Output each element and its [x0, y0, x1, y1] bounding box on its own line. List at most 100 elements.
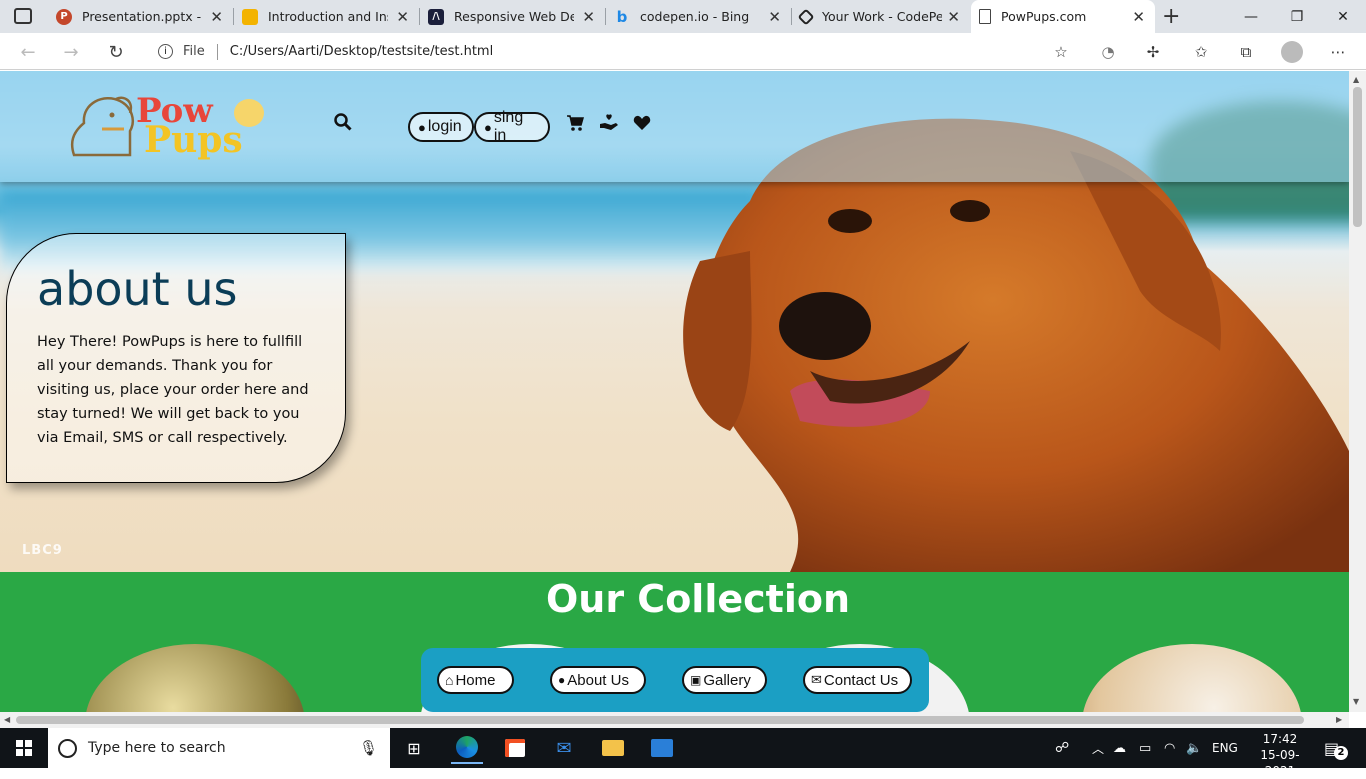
horizontal-scroll-thumb[interactable]	[16, 716, 1304, 724]
file-explorer-icon[interactable]	[597, 732, 629, 764]
show-hidden-icons[interactable]: ︿	[1092, 728, 1104, 768]
bottom-nav: ⌂ Home ● About Us ▣ Gallery ✉ Contact Us	[421, 648, 929, 712]
page-icon	[979, 9, 991, 24]
close-tab-icon[interactable]: ✕	[947, 8, 960, 26]
vertical-scrollbar[interactable]: ▲ ▼	[1349, 71, 1366, 712]
login-button[interactable]: ● login	[408, 112, 474, 142]
user-icon: ●	[558, 673, 566, 687]
address-bar[interactable]: i File C:/Users/Aarti/Desktop/testsite/t…	[146, 37, 1084, 66]
heart-icon[interactable]	[633, 115, 651, 135]
notification-badge: 2	[1334, 746, 1348, 760]
edge-icon[interactable]	[451, 732, 483, 764]
close-tab-icon[interactable]: ✕	[768, 8, 781, 26]
info-icon[interactable]: i	[158, 44, 173, 59]
nav-contact-button[interactable]: ✉ Contact Us	[803, 666, 912, 694]
tab-responsive[interactable]: /\ Responsive Web Desig ✕	[420, 0, 605, 33]
site-header: Pow Pups ● login ● sing in	[0, 71, 1349, 182]
codepen-icon	[797, 8, 815, 25]
language-indicator[interactable]: ENG	[1212, 728, 1238, 768]
clock[interactable]: 17:42 15-09-2021	[1250, 731, 1310, 779]
search-placeholder: Type here to search	[88, 740, 226, 756]
restore-icon[interactable]: ❐	[1274, 0, 1320, 33]
scroll-up-arrow[interactable]: ▲	[1353, 75, 1359, 84]
taskbar: Type here to search 🎙 ⊞ ✉ ☍ ︿ ☁ ▭ ◠ 🔈 EN…	[0, 728, 1366, 778]
volume-icon[interactable]: 🔈	[1186, 728, 1202, 768]
gallery-icon: ▣	[690, 673, 702, 687]
close-tab-icon[interactable]: ✕	[210, 8, 223, 26]
logo-puppy-icon	[234, 99, 264, 127]
collections-icon[interactable]: ⧉	[1235, 41, 1257, 63]
tab-actions-icon[interactable]	[14, 8, 32, 24]
envelope-icon: ✉	[811, 672, 822, 687]
close-tab-icon[interactable]: ✕	[1132, 8, 1145, 26]
tab-presentation[interactable]: P Presentation.pptx - Mi ✕	[48, 0, 233, 33]
cart-icon[interactable]	[566, 114, 584, 136]
minimize-icon[interactable]: —	[1228, 0, 1274, 33]
about-card: about us Hey There! PowPups is here to f…	[6, 233, 346, 483]
profile-avatar[interactable]	[1281, 41, 1303, 63]
search-circle-icon	[58, 738, 77, 758]
signin-button[interactable]: ● sing in	[474, 109, 550, 144]
hero-section: LBC9 Pow Pups ● login ● sing in about us…	[0, 71, 1349, 572]
new-tab-icon[interactable]: +	[1162, 4, 1180, 29]
clock-date: 15-09-2021	[1260, 748, 1300, 778]
add-favorite-icon[interactable]: ☆	[1050, 41, 1072, 63]
vertical-scroll-thumb[interactable]	[1353, 87, 1362, 227]
tab-bing[interactable]: b codepen.io - Bing ✕	[606, 0, 791, 33]
logo[interactable]: Pow Pups	[64, 91, 269, 161]
home-icon: ⌂	[445, 672, 454, 688]
search-icon[interactable]	[334, 113, 354, 133]
battery-icon[interactable]: ▭	[1139, 728, 1151, 768]
bing-icon: b	[616, 7, 628, 26]
donate-hand-icon[interactable]	[599, 114, 619, 136]
refresh-icon[interactable]: ↻	[103, 39, 129, 65]
user-icon: ●	[418, 119, 426, 135]
scroll-down-arrow[interactable]: ▼	[1353, 697, 1359, 706]
collection-title: Our Collection	[545, 577, 851, 621]
scheme-label: File	[183, 44, 205, 59]
scroll-right-arrow[interactable]: ▶	[1336, 715, 1342, 724]
extensions-icon[interactable]: ✢	[1142, 41, 1164, 63]
about-text: Hey There! PowPups is here to fullfill a…	[37, 334, 309, 446]
nav-home-button[interactable]: ⌂ Home	[437, 666, 514, 694]
favorites-icon[interactable]: ✩	[1190, 41, 1212, 63]
close-tab-icon[interactable]: ✕	[396, 8, 409, 26]
close-tab-icon[interactable]: ✕	[582, 8, 595, 26]
tab-powpups[interactable]: PowPups.com ✕	[971, 0, 1155, 33]
extension-icon[interactable]: ◔	[1097, 41, 1119, 63]
user-icon: ●	[484, 119, 492, 135]
nav-about-button[interactable]: ● About Us	[550, 666, 646, 694]
wifi-icon[interactable]: ◠	[1164, 728, 1175, 768]
back-icon[interactable]: ←	[15, 39, 41, 65]
clock-time: 17:42	[1262, 732, 1298, 746]
taskbar-search-box[interactable]: Type here to search 🎙	[48, 728, 390, 768]
powerpoint-icon: P	[56, 8, 72, 25]
url-text[interactable]: C:/Users/Aarti/Desktop/testsite/test.htm…	[230, 44, 493, 59]
tab-codepen[interactable]: Your Work - CodePen ✕	[792, 0, 970, 33]
forward-icon[interactable]: →	[58, 39, 84, 65]
tab-strip: P Presentation.pptx - Mi ✕ Introduction …	[0, 0, 1366, 33]
collection-image[interactable]	[85, 644, 305, 712]
task-view-icon[interactable]: ⊞	[398, 732, 430, 764]
codepen-dark-icon: /\	[428, 8, 444, 25]
logo-text-bottom: Pups	[144, 119, 243, 161]
onedrive-icon[interactable]: ☁	[1113, 728, 1126, 768]
horizontal-scrollbar[interactable]: ◀ ▶	[0, 712, 1349, 728]
browser-toolbar: ← → ↻ i File C:/Users/Aarti/Desktop/test…	[0, 33, 1366, 70]
mail-icon[interactable]: ✉	[548, 732, 580, 764]
about-title: about us	[37, 262, 238, 316]
store-icon[interactable]	[499, 732, 531, 764]
logo-dog-icon	[70, 96, 134, 157]
collection-image[interactable]	[1082, 644, 1302, 712]
people-icon[interactable]: ☍	[1055, 728, 1069, 768]
settings-more-icon[interactable]: ⋯	[1327, 41, 1349, 63]
watermark-text: LBC9	[22, 543, 63, 558]
tab-introduction[interactable]: Introduction and Insig ✕	[234, 0, 419, 33]
slides-icon	[242, 8, 258, 25]
close-window-icon[interactable]: ✕	[1320, 0, 1366, 33]
scroll-left-arrow[interactable]: ◀	[4, 715, 10, 724]
nav-gallery-button[interactable]: ▣ Gallery	[682, 666, 767, 694]
photos-icon[interactable]	[646, 732, 678, 764]
windows-start-icon[interactable]	[8, 732, 40, 764]
microphone-icon[interactable]: 🎙	[359, 739, 378, 757]
